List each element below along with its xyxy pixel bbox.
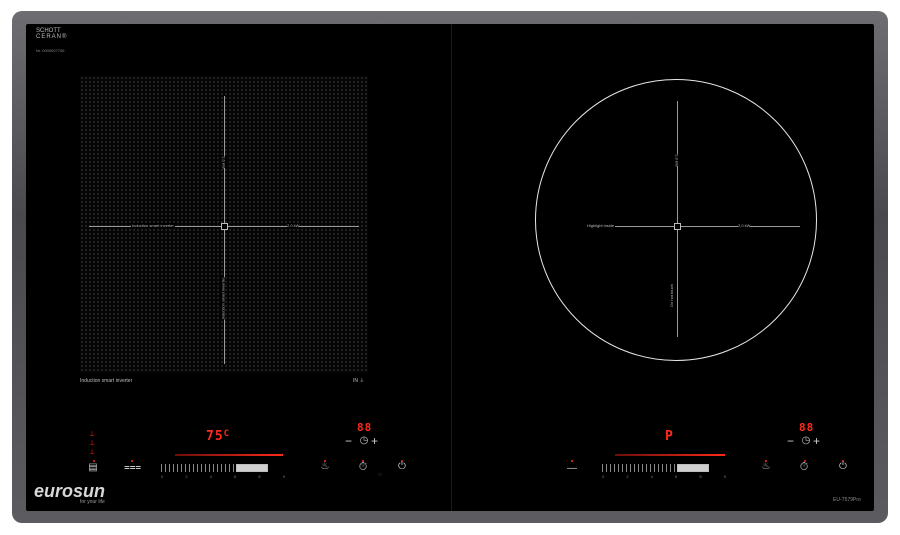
- scale-num: 6: [234, 474, 237, 479]
- timer-minus-button[interactable]: −: [787, 434, 794, 448]
- scale-num: 4: [209, 474, 212, 479]
- schott-logo: SCHOTT CERAN®: [36, 28, 67, 40]
- circle-power-top: 2,0 kW: [674, 154, 680, 167]
- slider-knob[interactable]: [236, 464, 268, 472]
- scale-num: 6: [675, 474, 678, 479]
- zone-divider: [451, 24, 452, 511]
- clock-icon: ◷: [801, 435, 811, 446]
- zone-select-icon[interactable]: ▤: [86, 462, 100, 473]
- zone-label-bottom: Induction smart inverter: [80, 378, 133, 384]
- timer-plus-button[interactable]: +: [813, 434, 820, 448]
- timer-display: 88: [799, 421, 815, 434]
- side-indicators: ⊥ ⊥ ⊥: [89, 430, 95, 457]
- power-slider[interactable]: [161, 464, 285, 472]
- power-onoff-icon[interactable]: ⏻: [395, 461, 409, 472]
- side-indicator-2: ⊥: [89, 440, 96, 447]
- keep-warm-icon[interactable]: ♨: [318, 461, 332, 472]
- scale-num: 8: [258, 474, 261, 479]
- zone-power-right: 2,0 kW: [287, 223, 300, 228]
- zone-select-icon[interactable]: —: [566, 463, 578, 474]
- lock-icon[interactable]: ○: [378, 472, 382, 478]
- temperature-unit: C: [223, 429, 231, 439]
- schott-line2: CERAN®: [36, 34, 68, 40]
- temperature-display: 75C: [206, 429, 230, 444]
- scale-num: 2: [626, 474, 629, 479]
- slider-scale: 0 2 4 6 8 9: [602, 474, 726, 479]
- circle-power-right: 2,0 kW: [738, 223, 751, 228]
- timer-icon[interactable]: ⏱: [797, 461, 811, 474]
- clock-icon: ◷: [359, 435, 369, 446]
- timer-icon[interactable]: ⏱: [356, 461, 370, 474]
- circle-center-mark: [674, 223, 681, 230]
- model-number: EU-T579Pro: [833, 497, 861, 503]
- power-onoff-icon[interactable]: ⏻: [836, 461, 850, 472]
- temperature-value: 75: [206, 429, 224, 444]
- round-induction-zone[interactable]: [535, 79, 817, 361]
- power-level-bar: [175, 454, 283, 456]
- side-indicator-1: ⊥: [89, 431, 96, 438]
- zone-vertical-line: [224, 96, 225, 364]
- scale-num: 4: [650, 474, 653, 479]
- circle-label-bottom: Do not touch: [668, 284, 674, 307]
- power-slider[interactable]: [602, 464, 726, 472]
- timer-plus-button[interactable]: +: [371, 434, 378, 448]
- zone-label-vertical: Induction smart inverter: [220, 277, 226, 320]
- circle-horizontal-line: [586, 226, 800, 227]
- scale-num: 9: [282, 474, 285, 479]
- logo-tagline: for your life: [80, 499, 105, 505]
- timer-minus-button[interactable]: −: [345, 434, 352, 448]
- circle-vertical-line: [677, 101, 678, 337]
- scale-num: 0: [602, 474, 605, 479]
- circle-label-left: Highlight inside: [586, 223, 616, 228]
- scale-num: 0: [161, 474, 164, 479]
- zone-power-top: 2,0 kW: [221, 156, 227, 169]
- scale-num: 8: [699, 474, 702, 479]
- side-indicator-3: ⊥: [89, 449, 96, 456]
- serial-number: Nr. 0000007706: [36, 48, 65, 53]
- zone-corner-label: IN ⏚: [353, 378, 365, 384]
- slider-knob[interactable]: [677, 464, 709, 472]
- zone-label-horizontal: Induction smart inverter: [131, 223, 175, 228]
- zone-center-mark: [221, 223, 228, 230]
- indicator-dot: [571, 460, 573, 462]
- timer-display: 88: [357, 421, 373, 434]
- power-display: P: [665, 429, 674, 444]
- boost-pan-icon[interactable]: ⩶: [124, 462, 141, 473]
- scale-num: 2: [185, 474, 188, 479]
- slider-scale: 0 2 4 6 8 9: [161, 474, 285, 479]
- keep-warm-icon[interactable]: ♨: [759, 461, 773, 472]
- scale-num: 9: [723, 474, 726, 479]
- power-level-bar: [615, 454, 725, 456]
